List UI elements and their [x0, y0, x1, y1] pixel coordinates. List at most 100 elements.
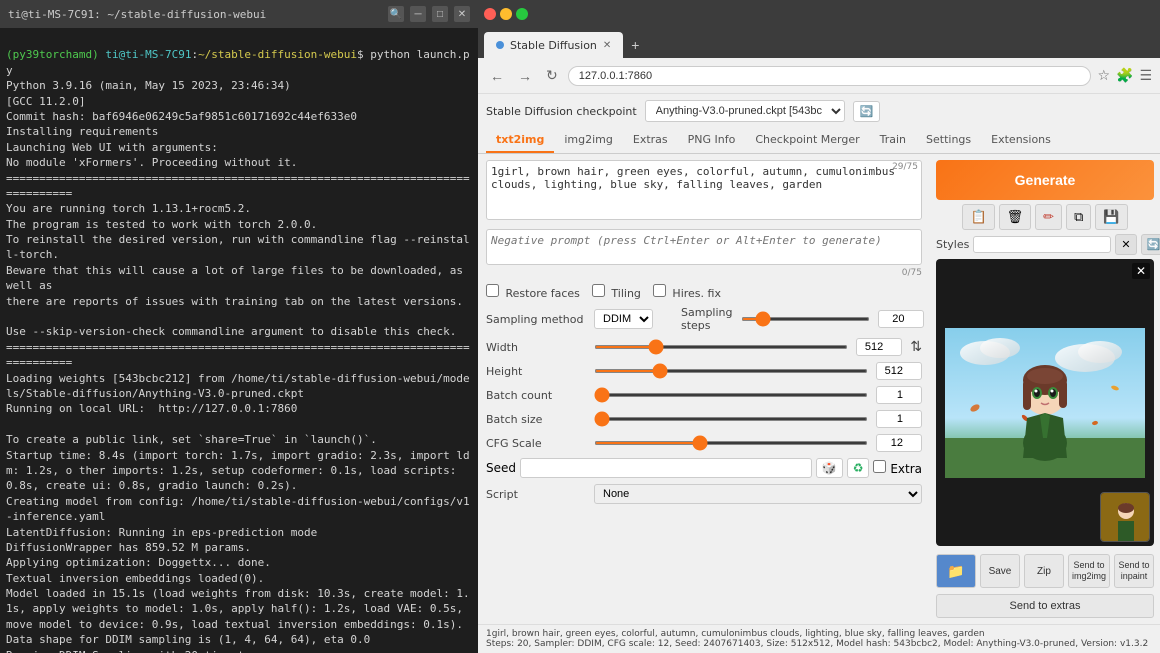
- sampling-steps-slider[interactable]: [741, 317, 870, 321]
- width-label: Width: [486, 341, 586, 354]
- width-input[interactable]: 512: [856, 338, 902, 356]
- batch-size-input[interactable]: 1: [876, 410, 922, 428]
- seed-input[interactable]: 2407671403: [520, 458, 812, 478]
- status-details: Steps: 20, Sampler: DDIM, CFG scale: 12,…: [486, 639, 1152, 649]
- maximize-dot[interactable]: [516, 8, 528, 20]
- tab-txt2img[interactable]: txt2img: [486, 128, 554, 153]
- sd-left-panel: 1girl, brown hair, green eyes, colorful,…: [478, 154, 930, 624]
- styles-label: Styles: [936, 238, 969, 251]
- tab-bar: Stable Diffusion ✕ +: [478, 28, 1160, 58]
- checkpoint-refresh-btn[interactable]: 🔄: [853, 101, 881, 122]
- restore-faces-label: Restore faces: [486, 284, 580, 300]
- sd-app: Stable Diffusion checkpoint Anything-V3.…: [478, 94, 1160, 653]
- batch-size-slider[interactable]: [594, 417, 868, 421]
- send-inpaint-btn[interactable]: Send to inpaint: [1114, 554, 1154, 588]
- terminal-titlebar: ti@ti-MS-7C91: ~/stable-diffusion-webui …: [0, 0, 478, 28]
- tab-png-info[interactable]: PNG Info: [678, 128, 746, 153]
- hires-fix-label: Hires. fix: [653, 284, 721, 300]
- forward-button[interactable]: →: [514, 66, 536, 86]
- terminal-content: (py39torchamd) ti@ti-MS-7C91:~/stable-di…: [0, 28, 478, 653]
- cfg-scale-label: CFG Scale: [486, 437, 586, 450]
- negative-prompt-textarea[interactable]: [486, 229, 922, 265]
- aspect-ratio-icon: ⇅: [910, 339, 922, 355]
- height-row: Height 512: [486, 362, 922, 380]
- cfg-scale-input[interactable]: 12: [876, 434, 922, 452]
- width-slider[interactable]: [594, 345, 848, 349]
- status-text: 1girl, brown hair, green eyes, colorful,…: [486, 629, 1152, 639]
- tab-extras[interactable]: Extras: [623, 128, 678, 153]
- tab-train[interactable]: Train: [870, 128, 916, 153]
- tiling-label: Tiling: [592, 284, 641, 300]
- tab-title: Stable Diffusion: [510, 39, 597, 52]
- sd-main: 1girl, brown hair, green eyes, colorful,…: [478, 154, 1160, 624]
- terminal-controls: 🔍 ─ □ ✕: [388, 6, 470, 22]
- terminal-minimize-btn[interactable]: ─: [410, 6, 426, 22]
- terminal-maximize-btn[interactable]: □: [432, 6, 448, 22]
- thumbnail-image: [1100, 492, 1150, 542]
- browser-tab-sd[interactable]: Stable Diffusion ✕: [484, 32, 623, 58]
- hires-fix-checkbox[interactable]: [653, 284, 666, 297]
- send-extras-btn[interactable]: Send to extras: [936, 594, 1154, 618]
- checkpoint-label: Stable Diffusion checkpoint: [486, 105, 637, 118]
- image-close-btn[interactable]: ✕: [1132, 263, 1150, 279]
- back-button[interactable]: ←: [486, 66, 508, 86]
- status-area: 1girl, brown hair, green eyes, colorful,…: [478, 624, 1160, 653]
- zip-icon-btn[interactable]: 💾: [1095, 204, 1127, 230]
- terminal-close-btn[interactable]: ✕: [454, 6, 470, 22]
- sampling-method-select[interactable]: DDIM: [594, 309, 653, 329]
- zip-btn[interactable]: Zip: [1024, 554, 1064, 588]
- restore-faces-checkbox[interactable]: [486, 284, 499, 297]
- batch-count-slider[interactable]: [594, 393, 868, 397]
- save-btn[interactable]: Save: [980, 554, 1020, 588]
- bookmark-icon[interactable]: ☆: [1097, 68, 1110, 84]
- styles-clear-btn[interactable]: ✕: [1115, 234, 1136, 255]
- styles-refresh-btn[interactable]: 🔄: [1141, 234, 1160, 255]
- generate-button[interactable]: Generate: [936, 160, 1154, 200]
- sd-header: Stable Diffusion checkpoint Anything-V3.…: [478, 94, 1160, 128]
- styles-row: Styles ✕ 🔄: [936, 234, 1154, 255]
- sampling-steps-input[interactable]: 20: [878, 310, 924, 328]
- url-input[interactable]: [568, 66, 1092, 86]
- batch-count-input[interactable]: 1: [876, 386, 922, 404]
- cfg-scale-slider[interactable]: [594, 441, 868, 445]
- sampling-method-label: Sampling method: [486, 313, 586, 326]
- prompt-count: 29/75: [892, 162, 918, 172]
- tab-extensions[interactable]: Extensions: [981, 128, 1061, 153]
- seed-row: Seed 2407671403 🎲 ♻ Extra: [486, 458, 922, 478]
- checkbox-row: Restore faces Tiling Hires. fix: [486, 284, 922, 300]
- edit-btn[interactable]: ✏: [1035, 204, 1062, 230]
- tab-close-icon[interactable]: ✕: [603, 40, 611, 51]
- open-folder-btn[interactable]: 📁: [936, 554, 976, 588]
- height-slider[interactable]: [594, 369, 868, 373]
- new-tab-button[interactable]: +: [623, 32, 647, 58]
- prompt-textarea[interactable]: 1girl, brown hair, green eyes, colorful,…: [486, 160, 922, 220]
- seed-roll-btn[interactable]: 🎲: [816, 458, 843, 478]
- seed-recycle-btn[interactable]: ♻: [847, 458, 870, 478]
- bottom-actions: 📁 Save Zip Send to img2img Send to inpai…: [936, 554, 1154, 588]
- sampling-row: Sampling method DDIM Sampling steps 20: [486, 306, 922, 332]
- checkpoint-select[interactable]: Anything-V3.0-pruned.ckpt [543bcbc212]: [645, 100, 845, 122]
- tab-checkpoint-merger[interactable]: Checkpoint Merger: [745, 128, 869, 153]
- trash-btn[interactable]: 🗑: [999, 204, 1032, 230]
- script-select[interactable]: None: [594, 484, 922, 504]
- tiling-checkbox[interactable]: [592, 284, 605, 297]
- menu-icon[interactable]: ☰: [1139, 68, 1152, 84]
- image-container: ✕: [936, 259, 1154, 546]
- batch-count-label: Batch count: [486, 389, 586, 402]
- copy-btn[interactable]: ⧉: [1066, 204, 1091, 230]
- tab-img2img[interactable]: img2img: [554, 128, 623, 153]
- send-img2img-btn[interactable]: Send to img2img: [1068, 554, 1110, 588]
- address-bar: ← → ↻ ☆ 🧩 ☰: [478, 58, 1160, 94]
- styles-input[interactable]: [973, 236, 1111, 253]
- copy-to-clipboard-btn[interactable]: 📋: [962, 204, 994, 230]
- extensions-icon[interactable]: 🧩: [1116, 68, 1133, 84]
- seed-label: Seed: [486, 461, 516, 475]
- height-input[interactable]: 512: [876, 362, 922, 380]
- sampling-steps-label: Sampling steps: [681, 306, 733, 332]
- tab-settings[interactable]: Settings: [916, 128, 981, 153]
- terminal-search-btn[interactable]: 🔍: [388, 6, 404, 22]
- refresh-button[interactable]: ↻: [542, 65, 562, 86]
- close-dot[interactable]: [484, 8, 496, 20]
- minimize-dot[interactable]: [500, 8, 512, 20]
- extra-seed-checkbox[interactable]: [873, 460, 886, 473]
